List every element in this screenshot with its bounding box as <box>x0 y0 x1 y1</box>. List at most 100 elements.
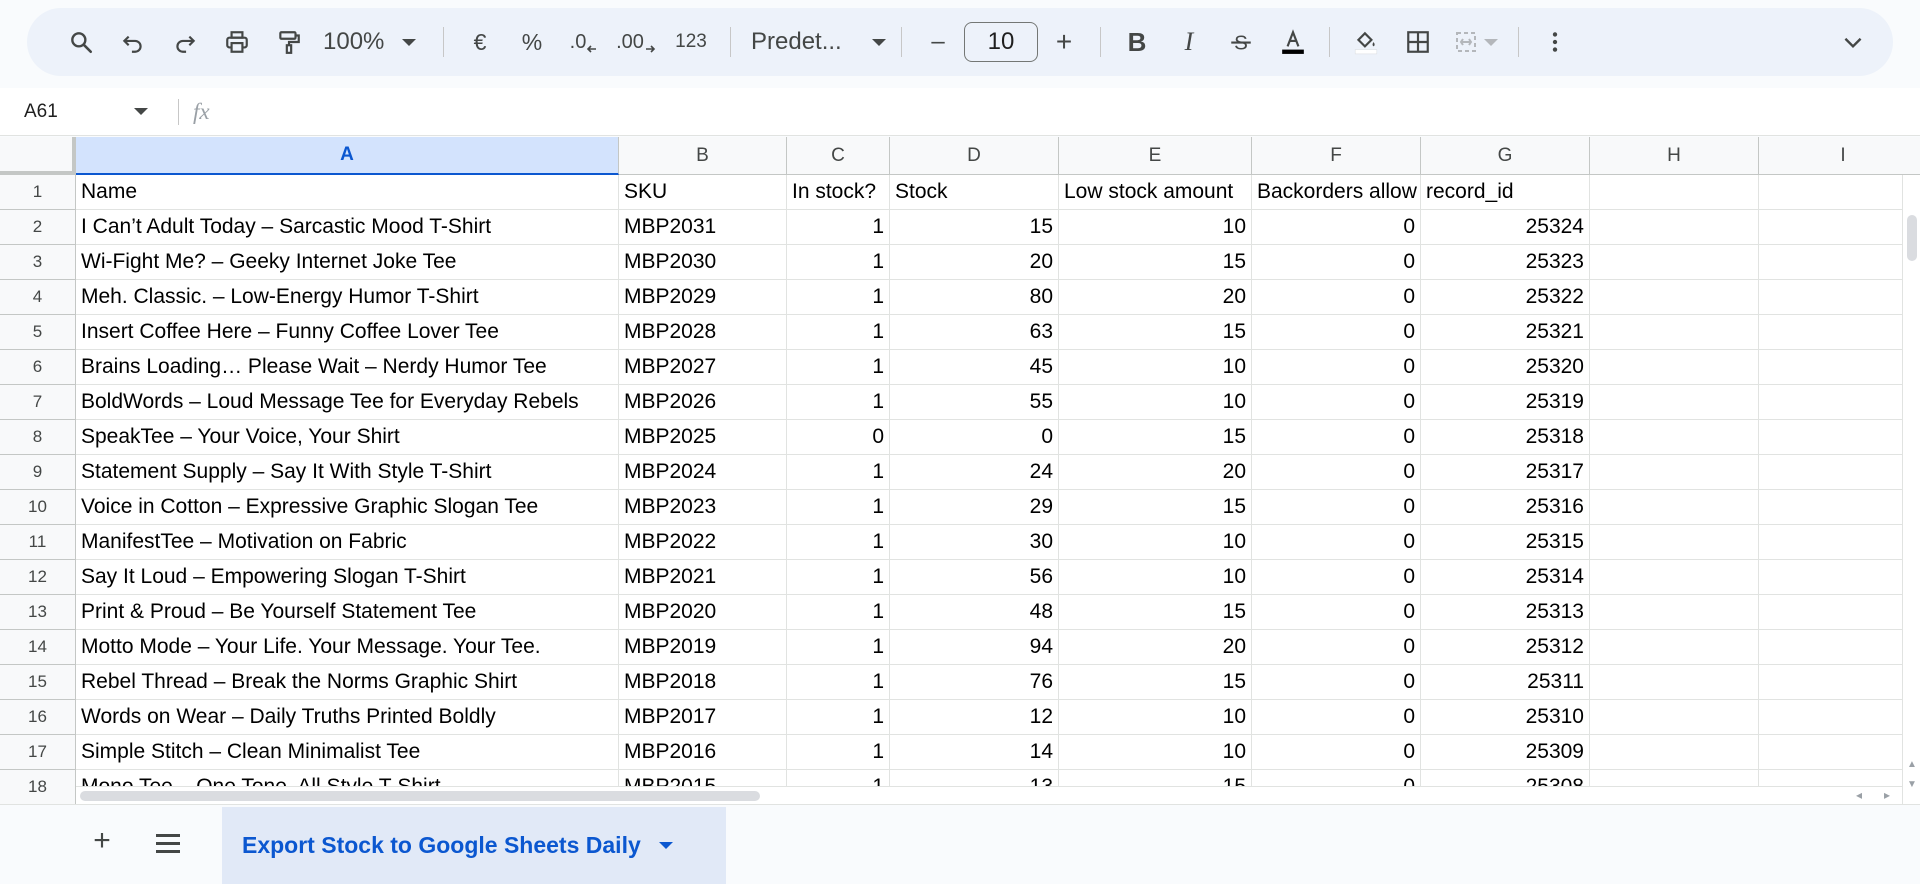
cell-a10[interactable]: Voice in Cotton – Expressive Graphic Slo… <box>76 490 619 525</box>
cell-b15[interactable]: MBP2018 <box>619 665 787 700</box>
cell-e12[interactable]: 10 <box>1059 560 1252 595</box>
cell-i13[interactable] <box>1759 595 1920 630</box>
cell-g8[interactable]: 25318 <box>1421 420 1590 455</box>
cell-a14[interactable]: Motto Mode – Your Life. Your Message. Yo… <box>76 630 619 665</box>
format-currency-button[interactable]: € <box>454 20 506 64</box>
cell-h3[interactable] <box>1590 245 1759 280</box>
cell-g16[interactable]: 25310 <box>1421 700 1590 735</box>
cell-f1[interactable]: Backorders allow <box>1252 175 1421 210</box>
undo-icon[interactable] <box>107 20 159 64</box>
column-header-h[interactable]: H <box>1590 137 1759 175</box>
cell-g9[interactable]: 25317 <box>1421 455 1590 490</box>
cell-c12[interactable]: 1 <box>787 560 890 595</box>
cell-g6[interactable]: 25320 <box>1421 350 1590 385</box>
font-size-input[interactable]: 10 <box>964 22 1038 62</box>
cell-h5[interactable] <box>1590 315 1759 350</box>
cell-e13[interactable]: 15 <box>1059 595 1252 630</box>
cell-i10[interactable] <box>1759 490 1920 525</box>
cell-a2[interactable]: I Can’t Adult Today – Sarcastic Mood T-S… <box>76 210 619 245</box>
cell-i4[interactable] <box>1759 280 1920 315</box>
borders-icon[interactable] <box>1392 20 1444 64</box>
cell-i17[interactable] <box>1759 735 1920 770</box>
row-header[interactable]: 4 <box>0 280 76 315</box>
horizontal-scrollbar[interactable]: ◂ ▸ <box>76 786 1902 804</box>
row-header[interactable]: 14 <box>0 630 76 665</box>
cell-e6[interactable]: 10 <box>1059 350 1252 385</box>
row-header[interactable]: 6 <box>0 350 76 385</box>
print-icon[interactable] <box>211 20 263 64</box>
row-header[interactable]: 5 <box>0 315 76 350</box>
cell-i14[interactable] <box>1759 630 1920 665</box>
row-header[interactable]: 15 <box>0 665 76 700</box>
cell-d8[interactable]: 0 <box>890 420 1059 455</box>
cell-c7[interactable]: 1 <box>787 385 890 420</box>
cell-e9[interactable]: 20 <box>1059 455 1252 490</box>
more-formats-button[interactable]: 123 <box>662 20 720 64</box>
increase-font-size-button[interactable]: + <box>1038 20 1090 64</box>
column-header-c[interactable]: C <box>787 137 890 175</box>
column-header-i[interactable]: I <box>1759 137 1920 175</box>
cell-h1[interactable] <box>1590 175 1759 210</box>
cell-d6[interactable]: 45 <box>890 350 1059 385</box>
cell-c17[interactable]: 1 <box>787 735 890 770</box>
cell-e14[interactable]: 20 <box>1059 630 1252 665</box>
zoom-select[interactable]: 100% <box>315 20 433 64</box>
column-header-a[interactable]: A <box>76 137 619 175</box>
chevron-down-icon[interactable] <box>658 842 673 849</box>
cell-f15[interactable]: 0 <box>1252 665 1421 700</box>
cell-e4[interactable]: 20 <box>1059 280 1252 315</box>
cell-e7[interactable]: 10 <box>1059 385 1252 420</box>
cell-e11[interactable]: 10 <box>1059 525 1252 560</box>
cell-h11[interactable] <box>1590 525 1759 560</box>
cell-e8[interactable]: 15 <box>1059 420 1252 455</box>
italic-button[interactable]: I <box>1163 20 1215 64</box>
cell-b12[interactable]: MBP2021 <box>619 560 787 595</box>
increase-decimal-button[interactable]: .00 <box>610 20 662 64</box>
row-header[interactable]: 9 <box>0 455 76 490</box>
cell-i6[interactable] <box>1759 350 1920 385</box>
cell-g3[interactable]: 25323 <box>1421 245 1590 280</box>
cell-b4[interactable]: MBP2029 <box>619 280 787 315</box>
cell-i8[interactable] <box>1759 420 1920 455</box>
cell-i16[interactable] <box>1759 700 1920 735</box>
cell-a17[interactable]: Simple Stitch – Clean Minimalist Tee <box>76 735 619 770</box>
cell-h13[interactable] <box>1590 595 1759 630</box>
row-header[interactable]: 2 <box>0 210 76 245</box>
cell-f13[interactable]: 0 <box>1252 595 1421 630</box>
cell-b2[interactable]: MBP2031 <box>619 210 787 245</box>
cell-d5[interactable]: 63 <box>890 315 1059 350</box>
column-header-b[interactable]: B <box>619 137 787 175</box>
cell-c11[interactable]: 1 <box>787 525 890 560</box>
bold-button[interactable]: B <box>1111 20 1163 64</box>
cell-i5[interactable] <box>1759 315 1920 350</box>
cell-a11[interactable]: ManifestTee – Motivation on Fabric <box>76 525 619 560</box>
cell-d11[interactable]: 30 <box>890 525 1059 560</box>
cell-f8[interactable]: 0 <box>1252 420 1421 455</box>
cell-d1[interactable]: Stock <box>890 175 1059 210</box>
cell-g1[interactable]: record_id <box>1421 175 1590 210</box>
name-box[interactable]: A61 <box>0 92 170 132</box>
cell-d7[interactable]: 55 <box>890 385 1059 420</box>
cell-g5[interactable]: 25321 <box>1421 315 1590 350</box>
row-header[interactable]: 17 <box>0 735 76 770</box>
cell-e2[interactable]: 10 <box>1059 210 1252 245</box>
cell-c10[interactable]: 1 <box>787 490 890 525</box>
row-header[interactable]: 3 <box>0 245 76 280</box>
row-header[interactable]: 18 <box>0 770 76 804</box>
cell-g10[interactable]: 25316 <box>1421 490 1590 525</box>
cell-g17[interactable]: 25309 <box>1421 735 1590 770</box>
cell-e5[interactable]: 15 <box>1059 315 1252 350</box>
cell-c2[interactable]: 1 <box>787 210 890 245</box>
cell-e16[interactable]: 10 <box>1059 700 1252 735</box>
row-header[interactable]: 11 <box>0 525 76 560</box>
decrease-font-size-button[interactable]: – <box>912 20 964 64</box>
cell-b9[interactable]: MBP2024 <box>619 455 787 490</box>
select-all-corner[interactable] <box>0 137 76 175</box>
cell-c9[interactable]: 1 <box>787 455 890 490</box>
cell-h9[interactable] <box>1590 455 1759 490</box>
cell-d9[interactable]: 24 <box>890 455 1059 490</box>
scroll-up-icon[interactable]: ▲ <box>1907 759 1917 770</box>
cell-c14[interactable]: 1 <box>787 630 890 665</box>
cell-h10[interactable] <box>1590 490 1759 525</box>
cell-h16[interactable] <box>1590 700 1759 735</box>
